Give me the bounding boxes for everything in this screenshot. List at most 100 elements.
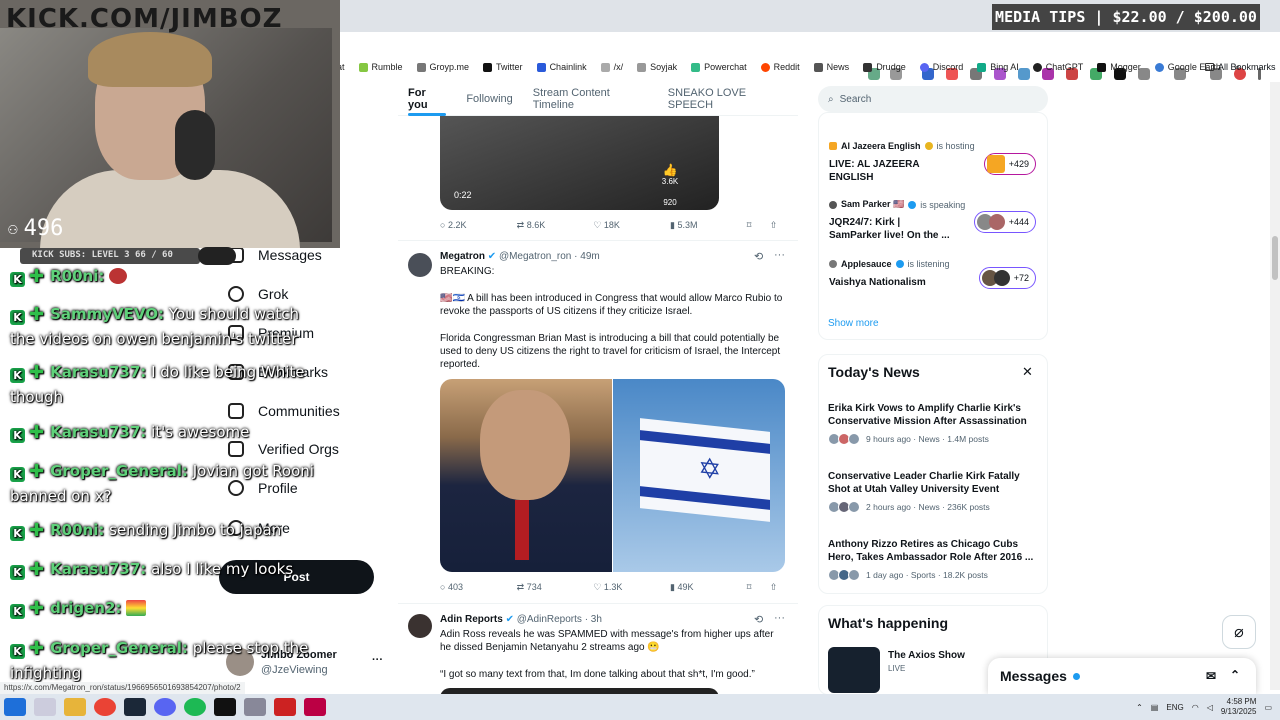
wifi-icon[interactable]: ◠ <box>1192 703 1199 712</box>
retweet-button[interactable]: ⇄ 734 <box>517 582 594 593</box>
bookmark-discord[interactable]: Discord <box>913 62 971 72</box>
bookmark-x[interactable]: /x/ <box>594 62 631 72</box>
new-message-icon[interactable]: ✉ <box>1206 669 1216 683</box>
like-button[interactable]: ♡ 1.3K <box>593 582 670 593</box>
bookmark-chatgpt[interactable]: ChatGPT <box>1026 62 1091 72</box>
grok-icon[interactable]: ⟲ <box>754 613 763 626</box>
tab-following[interactable]: Following <box>456 82 522 116</box>
taskbar: ⌃ ▤ ENG ◠ ◁ 4:58 PM 9/13/2025 ▭ <box>0 694 1280 720</box>
notification-icon[interactable]: ▭ <box>1264 703 1272 712</box>
reply-button[interactable]: ○ 403 <box>440 582 517 593</box>
chrome-icon[interactable] <box>94 698 116 716</box>
video-like-button[interactable]: 👍 3.6K <box>660 163 680 186</box>
news-meta: 1 day ago · Sports · 18.2K posts <box>866 570 988 580</box>
more-icon[interactable]: ··· <box>774 249 785 261</box>
like-button[interactable]: ♡ 18K <box>593 220 670 231</box>
like-count: 1.3K <box>603 582 623 592</box>
tweet-author-name[interactable]: Megatron <box>440 251 485 262</box>
space-item[interactable]: Al Jazeera English is hosting LIVE: AL JA… <box>829 141 1044 183</box>
bookmark-soyjak[interactable]: Soyjak <box>630 62 684 72</box>
clock-time: 4:58 PM <box>1226 697 1257 706</box>
scrollbar-thumb[interactable] <box>1272 236 1278 280</box>
avatar[interactable] <box>408 253 432 277</box>
retweet-count: 8.6K <box>526 220 546 230</box>
search-placeholder: Search <box>839 93 872 105</box>
news-item[interactable]: Conservative Leader Charlie Kirk Fatally… <box>828 470 1038 513</box>
show-more-link[interactable]: Show more <box>828 318 879 329</box>
grok-icon[interactable]: ⌀ <box>1222 615 1256 649</box>
sub-badge-icon: ✚ <box>29 559 45 580</box>
bookmark-icon[interactable]: ⌑ <box>747 582 770 593</box>
space-item[interactable]: Applesauce is listening Vaishya Nationali… <box>829 259 1044 289</box>
bookmark-bing[interactable]: Bing AI <box>970 62 1026 72</box>
bookmark-label: Discord <box>932 62 964 72</box>
axios-show-thumbnail[interactable] <box>828 647 880 693</box>
avatar <box>829 142 837 150</box>
spotify-icon[interactable] <box>184 698 206 716</box>
clock[interactable]: 4:58 PM 9/13/2025 <box>1221 697 1257 717</box>
terminal-icon[interactable] <box>214 698 236 716</box>
chevron-up-icon[interactable]: ⌃ <box>1230 668 1240 682</box>
tweet[interactable]: Adin Reports ✔ @AdinReports · 3h ⟲ ··· A… <box>398 603 798 695</box>
bookmark-twitter[interactable]: Twitter <box>476 62 530 72</box>
language-indicator[interactable]: ENG <box>1166 703 1183 712</box>
messages-drawer[interactable]: Messages ✉ ⌃ <box>988 658 1256 694</box>
grok-icon[interactable]: ⟲ <box>754 250 763 263</box>
chevron-up-icon[interactable]: ⌃ <box>1136 703 1143 712</box>
space-item[interactable]: Sam Parker 🇺🇸 is speaking JQR24/7: Kirk |… <box>829 199 1044 241</box>
chat-message: K ✚ Groper_General: Jovian got Rooni banne… <box>10 459 320 508</box>
search-input[interactable]: ⌕ Search <box>818 86 1048 112</box>
reply-button[interactable]: ○ 2.2K <box>440 220 517 231</box>
close-icon[interactable]: ✕ <box>1022 364 1033 380</box>
news-item[interactable]: Erika Kirk Vows to Amplify Charlie Kirk'… <box>828 402 1038 445</box>
views-button[interactable]: ▮ 49K <box>670 582 747 593</box>
share-icon[interactable]: ⇧ <box>770 220 785 231</box>
space-title: Vaishya Nationalism <box>829 277 926 288</box>
bookmark-icon[interactable]: ⌑ <box>747 220 770 231</box>
app-icon[interactable] <box>244 698 266 716</box>
sub-badge-icon: ✚ <box>29 520 45 541</box>
bookmark-groyp[interactable]: Groyp.me <box>410 62 477 72</box>
bookmark-rumble[interactable]: Rumble <box>352 62 410 72</box>
all-bookmarks-button[interactable]: All Bookmarks <box>1205 56 1276 78</box>
windows-start-icon[interactable] <box>4 698 26 716</box>
steam-icon[interactable] <box>124 698 146 716</box>
network-icon[interactable]: ▤ <box>1151 703 1159 712</box>
news-item[interactable]: Anthony Rizzo Retires as Chicago Cubs He… <box>828 538 1038 581</box>
bookmark-label: News <box>826 62 850 72</box>
unread-dot <box>1072 672 1080 680</box>
bookmark-mogger[interactable]: Mogger <box>1090 62 1148 72</box>
share-icon[interactable]: ⇧ <box>770 582 785 593</box>
trend-name[interactable]: The Axios Show <box>888 650 965 661</box>
tab-for-you[interactable]: For you <box>398 82 456 116</box>
chat-text: also I like my looks <box>151 560 294 578</box>
bookmark-powerchat[interactable]: Powerchat <box>684 62 754 72</box>
bookmark-drudge[interactable]: Drudge <box>856 62 913 72</box>
speaker-icon[interactable]: ◁ <box>1207 703 1213 712</box>
bookmark-reddit[interactable]: Reddit <box>754 62 807 72</box>
bookmark-label: Drudge <box>876 62 906 72</box>
more-icon[interactable]: ··· <box>774 612 785 624</box>
tab-stream-content-timeline[interactable]: Stream Content Timeline <box>523 82 658 116</box>
avatar[interactable] <box>408 614 432 638</box>
nav-messages[interactable]: Messages <box>228 247 322 263</box>
avatar <box>848 433 860 445</box>
tab-sneako-love-speech[interactable]: SNEAKO LOVE SPEECH <box>658 82 798 116</box>
app-icon[interactable] <box>304 698 326 716</box>
views-button[interactable]: ▮ 5.3M <box>670 220 747 231</box>
tweet-actions: ○ 403 ⇄ 734 ♡ 1.3K ▮ 49K ⌑ ⇧ <box>440 582 785 593</box>
retweet-button[interactable]: ⇄ 8.6K <box>517 220 594 231</box>
discord-icon[interactable] <box>154 698 176 716</box>
tweet-author-name[interactable]: Adin Reports <box>440 614 503 625</box>
space-status: is speaking <box>920 199 966 210</box>
system-tray: ⌃ ▤ ENG ◠ ◁ 4:58 PM 9/13/2025 ▭ <box>1136 694 1272 720</box>
file-explorer-icon[interactable] <box>64 698 86 716</box>
task-view-icon[interactable] <box>34 698 56 716</box>
scrollbar[interactable] <box>1270 82 1280 690</box>
avatar <box>986 155 1005 173</box>
app-icon[interactable] <box>274 698 296 716</box>
video-like-count: 3.6K <box>661 177 679 186</box>
bookmark-chainlink[interactable]: Chainlink <box>530 62 594 72</box>
bookmark-news[interactable]: News <box>807 62 857 72</box>
video-comment-button[interactable]: 920 <box>660 198 680 207</box>
